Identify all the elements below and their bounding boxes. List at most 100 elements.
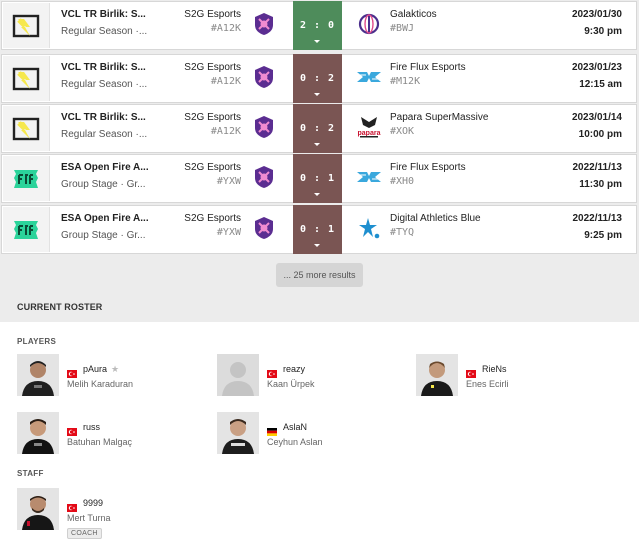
team2-name: Galakticos — [390, 9, 437, 20]
score-cell[interactable]: 0 : 2 — [293, 104, 342, 153]
match-row[interactable]: ESA Open Fire A... Group Stage · Gr... S… — [1, 154, 637, 203]
team2-tag: #M12K — [390, 76, 421, 87]
team2-tag: #XH0 — [390, 176, 415, 187]
player-real-name: Kaan Ürpek — [267, 379, 315, 389]
chevron-down-icon — [314, 93, 320, 96]
event-stage: Group Stage · Gr... — [61, 179, 146, 190]
chevron-down-icon — [314, 193, 320, 196]
roster-title: CURRENT ROSTER — [17, 302, 103, 312]
star-icon: ★ — [111, 364, 120, 374]
team2-name: Digital Athletics Blue — [390, 213, 481, 224]
player-card[interactable]: russ Batuhan Malgaç — [17, 412, 207, 454]
player-photo — [17, 412, 59, 454]
team2-tag: #TYQ — [390, 227, 415, 238]
team1-name: S2G Esports — [184, 213, 241, 224]
vcl-tr-birlik-logo-icon — [3, 106, 50, 151]
player-photo — [217, 412, 259, 454]
match-date: 2023/01/30 — [571, 9, 622, 20]
player-card[interactable]: RieNs Enes Ecirli — [416, 354, 606, 396]
team1-name: S2G Esports — [184, 9, 241, 20]
team2-name: Fire Flux Esports — [390, 162, 466, 173]
s2g-esports-logo-icon — [252, 165, 276, 189]
match-date: 2022/11/13 — [572, 162, 623, 173]
score-cell[interactable]: 2 : 0 — [293, 1, 342, 50]
match-row[interactable]: ESA Open Fire A... Group Stage · Gr... S… — [1, 205, 637, 254]
match-row[interactable]: VCL TR Birlik: S... Regular Season ·... … — [1, 104, 637, 153]
event-name: ESA Open Fire A... — [61, 213, 149, 224]
player-card[interactable]: AslaN Ceyhun Aslan — [217, 412, 407, 454]
team2-tag: #BWJ — [390, 23, 415, 34]
s2g-esports-logo-icon — [252, 12, 276, 36]
digital-athletics-logo-icon — [355, 216, 383, 240]
match-row[interactable]: VCL TR Birlik: S... Regular Season ·... … — [1, 54, 637, 103]
event-name: VCL TR Birlik: S... — [61, 112, 146, 123]
match-time: 11:30 pm — [579, 179, 622, 190]
staff-photo — [17, 488, 59, 530]
match-time: 9:30 pm — [584, 26, 622, 37]
player-real-name: Batuhan Malgaç — [67, 437, 133, 447]
player-real-name: Enes Ecirli — [466, 379, 509, 389]
placeholder-avatar-icon — [217, 354, 259, 396]
turkey-flag-icon — [67, 499, 77, 512]
player-photo — [416, 354, 458, 396]
vcl-tr-birlik-logo-icon — [3, 56, 50, 101]
s2g-esports-logo-icon — [252, 65, 276, 89]
turkey-flag-icon — [67, 423, 77, 436]
score-cell[interactable]: 0 : 1 — [293, 154, 342, 203]
match-time: 9:25 pm — [584, 230, 622, 241]
more-results-button[interactable]: ... 25 more results — [276, 263, 363, 287]
player-photo — [17, 354, 59, 396]
score-cell[interactable]: 0 : 2 — [293, 54, 342, 103]
event-name: VCL TR Birlik: S... — [61, 9, 146, 20]
score-text: 0 : 2 — [299, 123, 336, 134]
event-stage: Regular Season ·... — [61, 26, 148, 37]
match-row[interactable]: VCL TR Birlik: S... Regular Season ·... … — [1, 1, 637, 50]
fire-flux-logo-icon — [355, 165, 383, 189]
player-card[interactable]: pAura ★ Melih Karaduran — [17, 354, 207, 396]
team1-tag: #A12K — [210, 126, 241, 137]
team1-tag: #A12K — [210, 23, 241, 34]
team2-name: Fire Flux Esports — [390, 62, 466, 73]
fire-flux-logo-icon — [355, 65, 383, 89]
match-date: 2023/01/14 — [571, 112, 622, 123]
chevron-down-icon — [314, 40, 320, 43]
player-nickname: russ — [83, 422, 101, 432]
team1-name: S2G Esports — [184, 162, 241, 173]
score-text: 0 : 1 — [299, 224, 336, 235]
team2-name: Papara SuperMassive — [390, 112, 489, 123]
chevron-down-icon — [314, 143, 320, 146]
role-badge: COACH — [67, 528, 102, 539]
turkey-flag-icon — [267, 365, 277, 378]
team1-tag: #YXW — [216, 176, 241, 187]
staff-section-label: STAFF — [17, 469, 44, 478]
score-text: 0 : 1 — [299, 173, 336, 184]
match-time: 10:00 pm — [578, 129, 622, 140]
player-real-name: Melih Karaduran — [67, 379, 134, 389]
score-text: 2 : 0 — [299, 20, 336, 31]
match-date: 2022/11/13 — [572, 213, 623, 224]
team2-tag: #XOK — [390, 126, 415, 137]
event-stage: Regular Season ·... — [61, 79, 148, 90]
s2g-esports-logo-icon — [252, 216, 276, 240]
turkey-flag-icon — [466, 365, 476, 378]
score-text: 0 : 2 — [299, 73, 336, 84]
more-results-container: ... 25 more results — [276, 263, 363, 287]
event-name: VCL TR Birlik: S... — [61, 62, 146, 73]
esa-open-fire-logo-icon — [3, 156, 50, 201]
team1-tag: #YXW — [216, 227, 241, 238]
event-stage: Regular Season ·... — [61, 129, 148, 140]
player-nickname: RieNs — [482, 364, 507, 374]
papara-logo-text: papara — [358, 130, 381, 137]
player-nickname: pAura — [83, 364, 108, 374]
team1-tag: #A12K — [210, 76, 241, 87]
papara-supermassive-logo-icon: papara — [355, 115, 383, 139]
match-date: 2023/01/23 — [571, 62, 622, 73]
player-card[interactable]: reazy Kaan Ürpek — [217, 354, 407, 396]
score-cell[interactable]: 0 : 1 — [293, 205, 342, 254]
event-stage: Group Stage · Gr... — [61, 230, 146, 241]
event-name: ESA Open Fire A... — [61, 162, 149, 173]
staff-real-name: Mert Turna — [67, 513, 111, 523]
team1-name: S2G Esports — [184, 62, 241, 73]
staff-card[interactable]: 9999 Mert Turna COACH — [17, 488, 207, 544]
match-time: 12:15 am — [579, 79, 622, 90]
